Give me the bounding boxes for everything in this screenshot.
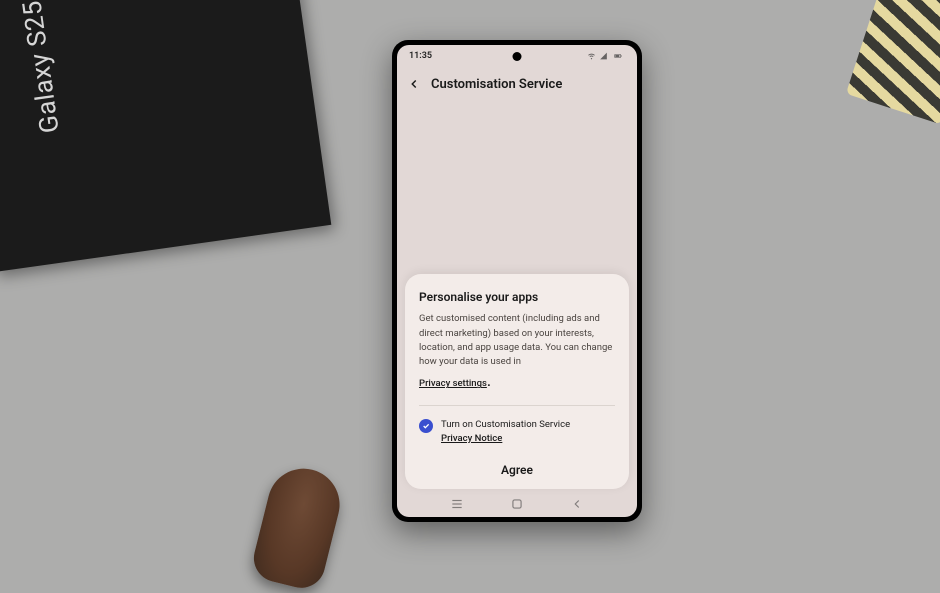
sheet-title: Personalise your apps bbox=[419, 290, 615, 304]
page-header: Customisation Service bbox=[397, 67, 637, 101]
box-model-label: Galaxy S25 Ultra bbox=[8, 0, 65, 135]
sheet-body: Get customised content (including ads an… bbox=[419, 312, 615, 369]
back-icon[interactable] bbox=[407, 77, 421, 91]
signal-icon bbox=[599, 52, 608, 60]
product-box: Galaxy S25 Ultra bbox=[0, 0, 331, 272]
checkbox-label: Turn on Customisation Service bbox=[441, 419, 570, 430]
recents-icon[interactable] bbox=[450, 497, 464, 511]
page-title: Customisation Service bbox=[431, 77, 562, 92]
status-right bbox=[587, 52, 625, 60]
phone-frame: 11:35 Customisation Service Personalise … bbox=[392, 40, 642, 522]
divider bbox=[419, 405, 615, 406]
check-icon[interactable] bbox=[419, 419, 433, 433]
battery-icon bbox=[611, 52, 625, 60]
front-camera bbox=[513, 52, 522, 61]
status-time: 11:35 bbox=[409, 51, 432, 61]
nav-back-icon[interactable] bbox=[570, 497, 584, 511]
privacy-settings-link[interactable]: Privacy settings bbox=[419, 378, 487, 389]
wooden-prop bbox=[846, 0, 940, 125]
privacy-notice-link[interactable]: Privacy Notice bbox=[441, 433, 502, 444]
consent-row[interactable]: Turn on Customisation Service Privacy No… bbox=[419, 418, 615, 445]
bottom-sheet: Personalise your apps Get customised con… bbox=[405, 274, 629, 489]
finger bbox=[249, 461, 347, 593]
wifi-icon bbox=[587, 52, 596, 60]
consent-text: Turn on Customisation Service Privacy No… bbox=[441, 418, 570, 445]
agree-button[interactable]: Agree bbox=[419, 457, 615, 479]
phone-screen: 11:35 Customisation Service Personalise … bbox=[397, 45, 637, 517]
home-icon[interactable] bbox=[510, 497, 524, 511]
navigation-bar bbox=[397, 491, 637, 517]
